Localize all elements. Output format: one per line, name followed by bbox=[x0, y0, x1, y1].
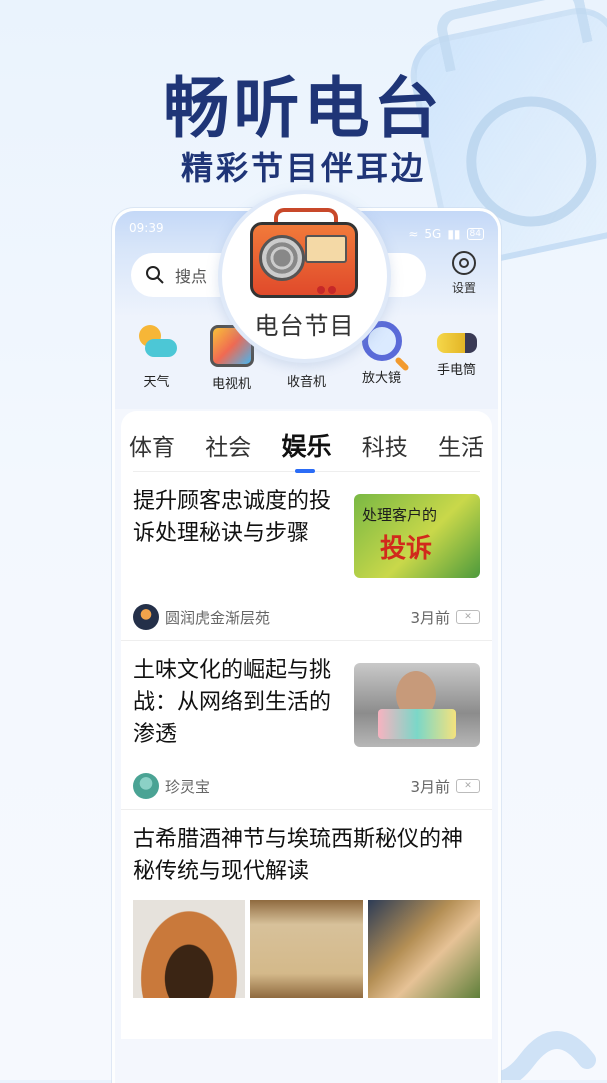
news-author: 圆润虎金渐层苑 bbox=[165, 608, 271, 627]
popout-label: 电台节目 bbox=[254, 312, 355, 340]
news-meta: 圆润虎金渐层苑 3月前 ✕ bbox=[133, 604, 480, 630]
search-placeholder: 搜点 bbox=[175, 267, 208, 286]
tab-tech[interactable]: 科技 bbox=[362, 428, 408, 462]
battery-icon: 84 bbox=[466, 228, 484, 240]
signal-icon: ▮▮ bbox=[447, 227, 461, 241]
radio-speaker bbox=[259, 235, 305, 281]
tool-label: 电视机 bbox=[211, 377, 251, 392]
status-time: 09:39 bbox=[129, 221, 164, 235]
dismiss-icon[interactable]: ✕ bbox=[456, 610, 480, 624]
flashlight-icon bbox=[436, 333, 477, 353]
thumbnail-cards bbox=[378, 709, 456, 739]
radio-knobs bbox=[313, 279, 343, 294]
news-image bbox=[133, 900, 246, 998]
news-title: 古希腊酒神节与埃琉西斯秘仪的神秘传统与现代解读 bbox=[133, 827, 464, 884]
settings-button[interactable]: 设置 bbox=[444, 251, 484, 296]
wifi-icon: ≈ bbox=[408, 227, 419, 241]
news-meta: 珍灵宝 3月前 ✕ bbox=[133, 773, 480, 799]
tab-sports[interactable]: 体育 bbox=[129, 428, 175, 462]
news-image bbox=[250, 900, 363, 998]
thumbnail-text: 处理客户的 bbox=[362, 506, 438, 524]
news-image bbox=[367, 900, 480, 998]
tool-label: 手电筒 bbox=[436, 363, 476, 378]
news-time: 3月前 bbox=[410, 608, 450, 627]
thumbnail-big-text: 投诉 bbox=[380, 534, 433, 564]
radio-screen bbox=[305, 235, 347, 263]
dismiss-icon[interactable]: ✕ bbox=[456, 779, 480, 793]
gear-icon bbox=[452, 251, 476, 275]
radio-icon bbox=[250, 222, 358, 298]
tool-flashlight[interactable]: 手电筒 bbox=[424, 321, 490, 409]
tool-weather[interactable]: 天气 bbox=[124, 321, 190, 409]
news-feed-card: 体育 社会 娱乐 科技 生活 提升顾客忠诚度的投诉处理秘诀与步骤 处理客户的 投… bbox=[121, 411, 492, 1039]
tab-life[interactable]: 生活 bbox=[438, 428, 484, 462]
news-thumbnail: 处理客户的 投诉 bbox=[354, 494, 480, 578]
news-image-row bbox=[133, 900, 480, 998]
news-title: 土味文化的崛起与挑战：从网络到生活的渗透 bbox=[133, 658, 332, 747]
news-item[interactable]: 土味文化的崛起与挑战：从网络到生活的渗透 珍灵宝 3月前 ✕ bbox=[121, 641, 492, 810]
settings-label: 设置 bbox=[451, 281, 476, 295]
news-item[interactable]: 古希腊酒神节与埃琉西斯秘仪的神秘传统与现代解读 bbox=[121, 810, 492, 998]
avatar bbox=[133, 604, 159, 630]
news-time: 3月前 bbox=[410, 777, 450, 796]
news-author: 珍灵宝 bbox=[165, 777, 211, 796]
news-thumbnail bbox=[354, 663, 480, 747]
tool-label: 天气 bbox=[143, 375, 170, 390]
news-title: 提升顾客忠诚度的投诉处理秘诀与步骤 bbox=[133, 489, 332, 546]
tab-entertainment[interactable]: 娱乐 bbox=[281, 427, 331, 473]
tab-society[interactable]: 社会 bbox=[205, 428, 251, 462]
tool-label: 收音机 bbox=[286, 375, 326, 390]
weather-icon bbox=[135, 321, 179, 365]
hero-title: 畅听电台 bbox=[163, 70, 444, 147]
category-tabs: 体育 社会 娱乐 科技 生活 bbox=[121, 419, 492, 473]
signal-label: 5G bbox=[424, 227, 442, 241]
search-icon bbox=[146, 266, 164, 284]
status-icons: ≈ 5G ▮▮ 84 bbox=[408, 221, 484, 247]
news-item[interactable]: 提升顾客忠诚度的投诉处理秘诀与步骤 处理客户的 投诉 圆润虎金渐层苑 3月前 ✕ bbox=[121, 472, 492, 641]
avatar bbox=[133, 773, 159, 799]
hero-subtitle: 精彩节目伴耳边 bbox=[180, 149, 426, 187]
radio-program-popout[interactable]: 电台节目 bbox=[218, 190, 391, 363]
